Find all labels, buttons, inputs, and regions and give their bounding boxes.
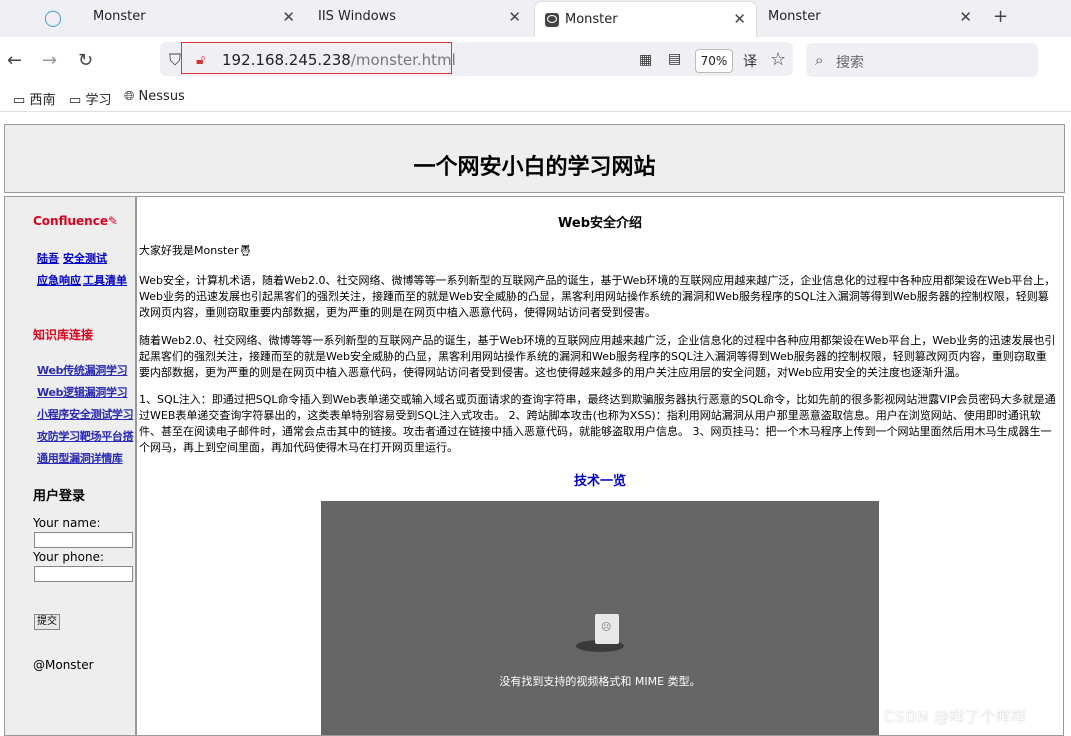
tab-close-icon[interactable]: ✕ [282,8,295,26]
forward-arrow-icon[interactable]: → [42,50,57,71]
section-title: Web安全介绍 [558,216,642,231]
sidebar-link-tool-list[interactable]: 工具清单 [83,272,127,288]
sidebar-link-incident-response[interactable]: 应急响应 [37,272,81,288]
shield-icon[interactable]: ⛉ [169,50,181,70]
submit-button[interactable]: 提交 [34,614,60,630]
video-error-message: 没有找到支持的视频格式和 MIME 类型。 [499,675,701,688]
tab-close-icon[interactable]: ✕ [508,8,521,26]
search-input[interactable]: 搜索 [836,52,864,72]
tab-title: Monster [565,12,618,27]
confluence-heading: Confluence✎ [33,214,119,228]
search-icon: ⌕ [815,51,824,69]
kb-link-vuln-db[interactable]: 通用型漏洞详情库 [37,450,123,466]
tab-monster-1[interactable]: ◯ Monster ✕ [0,0,305,33]
paragraph-1: Web安全，计算机术语，随着Web2.0、社交网络、微博等等一系列新型的互联网产… [139,274,1056,319]
name-input[interactable] [34,532,133,548]
login-heading: 用户登录 [33,489,86,504]
folder-icon: ▭ [69,93,82,108]
kb-link-range-platform[interactable]: 攻防学习靶场平台搭 [37,428,134,444]
globe-icon: 🌐︎ [124,89,135,104]
kb-heading: 知识库连接 [33,328,94,342]
tab-close-icon[interactable]: ✕ [959,8,972,26]
phone-input[interactable] [34,566,133,582]
sidebar-link-luwu[interactable]: 陆吾 [37,250,59,266]
tab-favicon-icon: ◯ [44,8,62,27]
kb-link-web-logic[interactable]: Web逻辑漏洞学习 [37,384,128,400]
broken-file-icon: ☹ [595,614,619,644]
greeting: 大家好我是Monster🦉︎ [139,244,253,257]
zoom-level[interactable]: 70% [695,49,733,73]
owl-emoji-icon: 🦉︎ [238,244,253,257]
tab-monster-active[interactable]: Monster ✕ [535,2,756,37]
tab-iis-windows[interactable]: IIS Windows ✕ [305,0,531,33]
signature: @Monster [33,658,94,672]
tab-favicon-icon [545,12,559,27]
paragraph-3: 1、SQL注入：即通过把SQL命令插入到Web表单递交或输入域名或页面请求的查询… [139,393,1056,454]
paperclip-icon: ✎ [107,214,119,228]
site-header: 一个网安小白的学习网站 [4,124,1065,193]
phone-label: Your phone: [33,550,105,564]
bookmark-nessus[interactable]: 🌐︎ Nessus [124,89,185,104]
url-highlight-box [181,42,452,74]
tab-close-icon[interactable]: ✕ [733,10,746,28]
folder-icon: ▭ [13,93,26,108]
tab-title: Monster [93,9,146,24]
tab-title: Monster [768,9,821,24]
watermark: CSDN @咩了个咩咩 [884,708,1028,726]
kb-link-web-traditional[interactable]: Web传统漏洞学习 [37,362,128,378]
tech-overview-title: 技术一览 [573,474,626,489]
reader-view-icon[interactable]: ▤ [668,51,681,67]
qr-code-icon[interactable]: ▦ [639,52,652,68]
translate-icon[interactable]: 译 [743,51,757,71]
reload-icon[interactable]: ↻ [78,50,93,71]
sidebar-link-security-test[interactable]: 安全测试 [63,250,107,266]
new-tab-icon[interactable]: + [993,6,1008,27]
bookmark-folder-xuexi[interactable]: ▭ 学习 [69,89,111,108]
kb-link-miniprogram[interactable]: 小程序安全测试学习 [37,406,134,422]
bookmark-folder-xinan[interactable]: ▭ 西南 [13,89,55,108]
bookmark-star-icon[interactable]: ☆ [770,49,786,70]
back-arrow-icon[interactable]: ← [7,50,22,71]
tab-monster-4[interactable]: Monster ✕ [760,0,982,33]
name-label: Your name: [33,516,101,530]
paragraph-2: 随着Web2.0、社交网络、微博等等一系列新型的互联网产品的诞生，基于Web环境… [139,334,1056,379]
site-title: 一个网安小白的学习网站 [413,155,656,180]
tab-title: IIS Windows [318,9,397,24]
